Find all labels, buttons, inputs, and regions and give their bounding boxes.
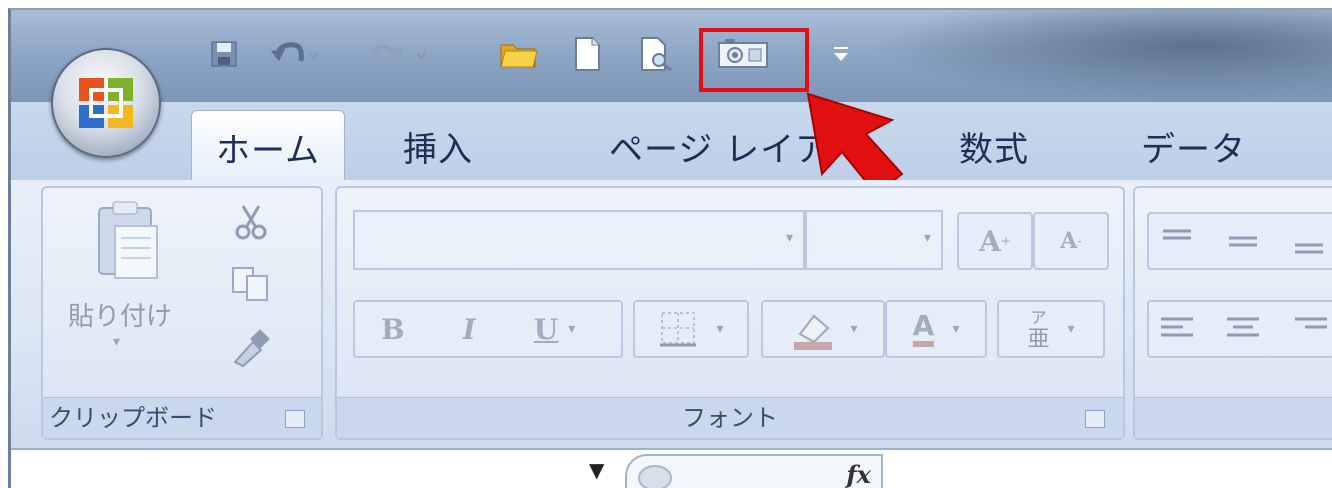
align-top-icon[interactable] (1163, 229, 1191, 240)
redo-icon[interactable] (369, 34, 445, 74)
phonetic-guide-button[interactable]: ア 亜 ▾ (997, 300, 1105, 358)
text-style-buttons: B I U ▾ (353, 300, 623, 358)
tab-formulas[interactable]: 数式 (959, 122, 1029, 171)
grow-font-button[interactable]: A + (957, 212, 1033, 270)
customize-qat-icon[interactable] (831, 34, 851, 74)
new-document-icon[interactable] (573, 34, 601, 74)
align-middle-icon[interactable] (1229, 236, 1257, 247)
font-launcher-icon[interactable] (1085, 410, 1105, 428)
function-area: fx (625, 454, 883, 488)
alignment-group (1133, 186, 1332, 440)
insert-function-button[interactable]: fx (846, 460, 871, 488)
formula-bar: ▼ fx (11, 448, 1332, 488)
camera-icon-highlight (699, 28, 809, 92)
horizontal-align-buttons (1147, 300, 1332, 358)
align-center-icon[interactable] (1227, 317, 1259, 337)
vertical-align-buttons (1147, 212, 1332, 270)
paste-label: 貼り付け (67, 302, 172, 332)
align-right-icon[interactable] (1295, 317, 1327, 329)
cut-icon[interactable] (231, 202, 271, 242)
font-size-select[interactable]: ▾ (805, 210, 943, 270)
paste-icon (98, 201, 158, 279)
clipboard-launcher-icon[interactable] (285, 410, 305, 428)
clipboard-group-label: クリップボード (43, 397, 321, 438)
undo-icon[interactable] (269, 34, 319, 74)
shrink-font-button[interactable]: A- (1033, 212, 1109, 270)
italic-button[interactable]: I (463, 313, 476, 346)
copy-icon[interactable] (229, 264, 273, 304)
align-left-icon[interactable] (1161, 317, 1193, 337)
font-group-label: フォント (337, 397, 1123, 438)
tab-home[interactable]: ホーム (191, 110, 345, 180)
tab-page-layout[interactable]: ページ レイア (609, 122, 830, 171)
office-logo-icon (79, 78, 133, 128)
ribbon-tabs: ホーム 挿入 ページ レイア 数式 データ (11, 102, 1332, 180)
paste-dropdown-icon[interactable]: ▾ (113, 334, 120, 350)
paste-button[interactable]: 貼り付け ▾ (63, 196, 173, 376)
format-painter-icon[interactable] (229, 328, 273, 368)
borders-button[interactable]: ▾ (633, 300, 749, 358)
alignment-group-label (1135, 397, 1332, 438)
font-color-icon: A (912, 311, 935, 347)
office-button[interactable] (51, 48, 161, 158)
fill-color-icon (794, 314, 833, 350)
font-group: ▾ ▾ A + A- B I U ▾ ▾ ▾ A ▾ ア 亜 ▾ フォント (335, 186, 1125, 440)
ribbon-panel: 貼り付け ▾ クリップボード ▾ ▾ A + A - B I U ▾ ▾ ▾ A… (11, 180, 1332, 448)
open-folder-icon[interactable] (499, 34, 539, 74)
phonetic-guide-icon: ア 亜 (1027, 308, 1050, 352)
bold-button[interactable]: B (381, 313, 405, 346)
tab-data[interactable]: データ (1141, 122, 1246, 171)
underline-dropdown-icon[interactable]: ▾ (568, 321, 575, 337)
tab-insert[interactable]: 挿入 (403, 122, 473, 171)
font-size-dropdown-icon: ▾ (923, 230, 931, 246)
fill-color-button[interactable]: ▾ (761, 300, 885, 358)
font-name-select[interactable]: ▾ (353, 210, 805, 270)
font-name-dropdown-icon: ▾ (785, 230, 793, 246)
print-preview-icon[interactable] (639, 34, 675, 74)
save-icon[interactable] (209, 34, 239, 74)
borders-icon (660, 312, 697, 347)
title-bar (11, 10, 1332, 102)
name-box-dropdown-icon[interactable]: ▼ (589, 458, 604, 482)
clipboard-group: 貼り付け ▾ クリップボード (41, 186, 323, 440)
underline-button[interactable]: U (534, 313, 558, 346)
circle-icon (638, 465, 672, 488)
font-color-button[interactable]: A ▾ (885, 300, 987, 358)
excel-window: ホーム 挿入 ページ レイア 数式 データ 貼り付け ▾ クリップボード ▾ ▾… (8, 8, 1332, 488)
align-bottom-icon[interactable] (1295, 243, 1323, 254)
